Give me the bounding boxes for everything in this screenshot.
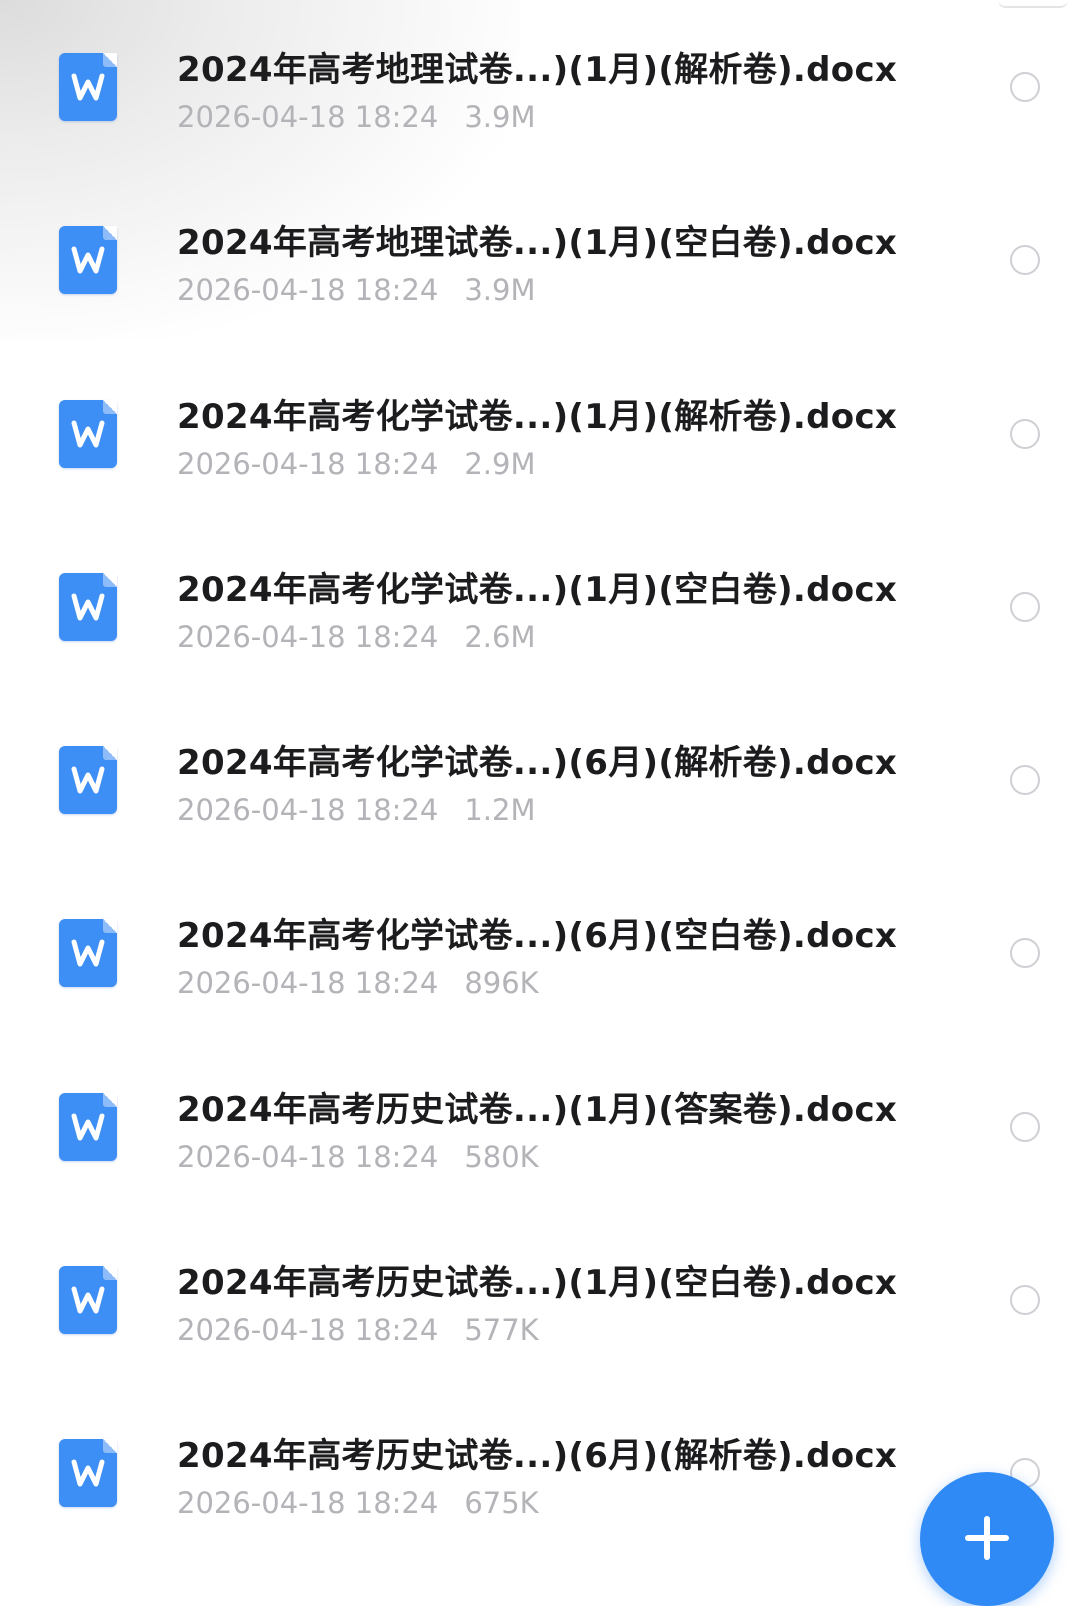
w-letter-glyph [71,1286,105,1314]
add-button[interactable] [920,1472,1054,1606]
file-meta: 2026-04-18 18:24 896K [177,966,539,1000]
w-letter-glyph [71,1113,105,1141]
file-row[interactable]: 2024年高考化学试卷...)(1月)(解析卷).docx 2026-04-18 … [0,347,1080,520]
file-name: 2024年高考化学试卷...)(6月)(解析卷).docx [177,743,898,784]
w-letter-glyph [71,73,105,101]
file-name: 2024年高考历史试卷...)(1月)(答案卷).docx [177,1089,898,1130]
word-doc-icon [59,1439,117,1508]
file-name: 2024年高考化学试卷...)(1月)(空白卷).docx [177,569,898,610]
file-row[interactable]: 2024年高考化学试卷...)(1月)(空白卷).docx 2026-04-18 … [0,520,1080,693]
w-letter-glyph [71,593,105,621]
file-meta: 2026-04-18 18:24 3.9M [177,100,535,134]
file-size: 580K [464,1139,539,1174]
file-meta: 2026-04-18 18:24 2.9M [177,447,535,481]
file-size: 1.2M [464,793,536,828]
file-name: 2024年高考化学试卷...)(6月)(空白卷).docx [177,916,898,957]
file-date: 2026-04-18 18:24 [177,793,439,828]
select-radio[interactable] [1010,938,1040,969]
select-radio[interactable] [1010,1285,1040,1316]
file-meta: 2026-04-18 18:24 1.2M [177,793,535,827]
file-row[interactable]: 2024年高考地理试卷...)(1月)(解析卷).docx 2026-04-18 … [0,0,1080,173]
file-meta: 2026-04-18 18:24 580K [177,1140,539,1174]
file-list: 2024年高考地理试卷...)(1月)(解析卷).docx 2026-04-18 … [0,0,1080,1560]
w-letter-glyph [71,246,105,274]
file-date: 2026-04-18 18:24 [177,446,439,481]
word-doc-icon [59,226,117,295]
select-radio[interactable] [1010,1111,1040,1142]
word-doc-icon [59,53,117,121]
file-meta: 2026-04-18 18:24 2.6M [177,620,535,654]
word-doc-icon [59,1266,117,1335]
file-size: 675K [464,1486,539,1521]
w-letter-glyph [71,939,105,967]
file-row[interactable]: 2024年高考历史试卷...)(6月)(解析卷).docx 2026-04-18 … [0,1386,1080,1559]
file-date: 2026-04-18 18:24 [177,966,439,1001]
word-doc-icon [59,746,117,815]
file-date: 2026-04-18 18:24 [177,1313,439,1348]
file-name: 2024年高考地理试卷...)(1月)(解析卷).docx [177,50,898,90]
select-radio[interactable] [1010,591,1040,622]
file-size: 3.9M [464,273,536,308]
select-radio[interactable] [1010,765,1040,796]
file-date: 2026-04-18 18:24 [177,619,439,654]
file-name: 2024年高考历史试卷...)(1月)(空白卷).docx [177,1263,898,1304]
file-meta: 2026-04-18 18:24 3.9M [177,273,535,307]
select-radio[interactable] [1010,245,1040,276]
file-name: 2024年高考地理试卷...)(1月)(空白卷).docx [177,223,898,264]
file-row[interactable]: 2024年高考化学试卷...)(6月)(解析卷).docx 2026-04-18 … [0,693,1080,866]
file-date: 2026-04-18 18:24 [177,100,439,134]
file-meta: 2026-04-18 18:24 577K [177,1313,539,1347]
file-size: 3.9M [464,100,536,134]
file-row[interactable]: 2024年高考地理试卷...)(1月)(空白卷).docx 2026-04-18 … [0,173,1080,346]
file-size: 2.6M [464,619,536,654]
file-size: 2.9M [464,446,536,481]
file-date: 2026-04-18 18:24 [177,1486,439,1521]
file-name: 2024年高考化学试卷...)(1月)(解析卷).docx [177,396,898,437]
file-row[interactable]: 2024年高考化学试卷...)(6月)(空白卷).docx 2026-04-18 … [0,866,1080,1039]
word-doc-icon [59,1092,117,1161]
w-letter-glyph [71,1459,105,1487]
word-doc-icon [59,919,117,988]
select-radio[interactable] [1010,418,1040,449]
w-letter-glyph [71,766,105,794]
file-name: 2024年高考历史试卷...)(6月)(解析卷).docx [177,1436,898,1477]
w-letter-glyph [71,420,105,448]
file-date: 2026-04-18 18:24 [177,273,439,308]
file-size: 896K [464,966,539,1001]
word-doc-icon [59,572,117,641]
file-row[interactable]: 2024年高考历史试卷...)(1月)(答案卷).docx 2026-04-18 … [0,1040,1080,1213]
select-radio[interactable] [1010,72,1040,102]
file-meta: 2026-04-18 18:24 675K [177,1486,539,1520]
file-size: 577K [464,1313,539,1348]
word-doc-icon [59,399,117,468]
file-date: 2026-04-18 18:24 [177,1139,439,1174]
file-row[interactable]: 2024年高考历史试卷...)(1月)(空白卷).docx 2026-04-18 … [0,1213,1080,1386]
